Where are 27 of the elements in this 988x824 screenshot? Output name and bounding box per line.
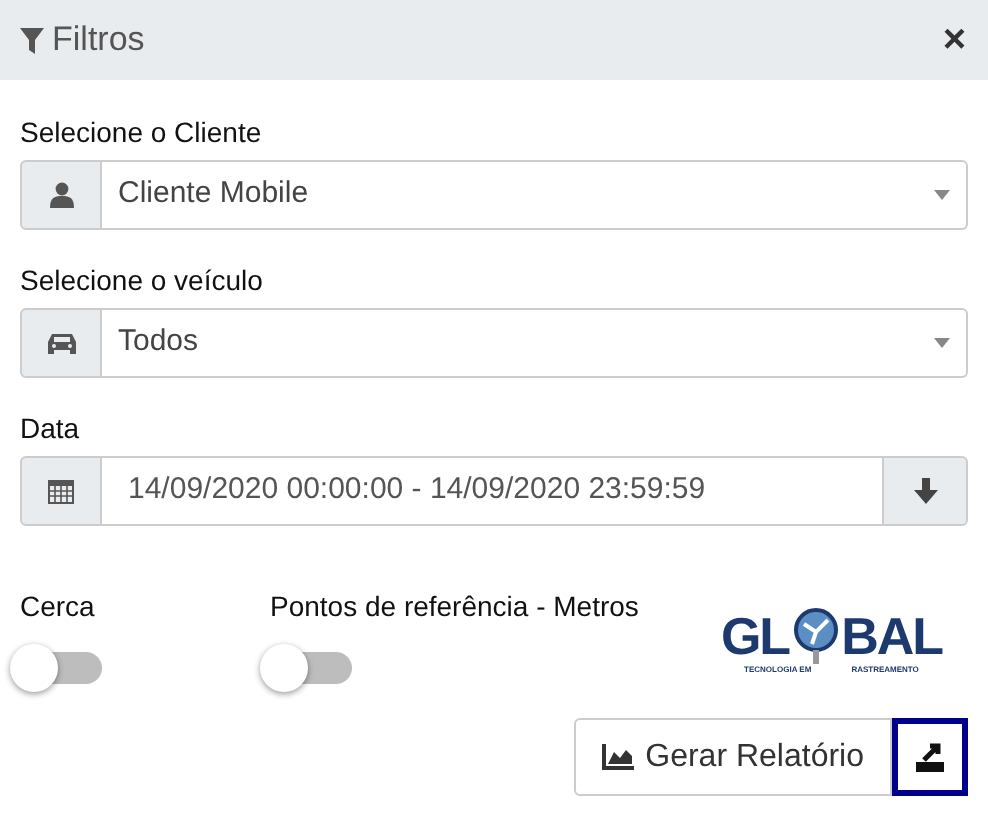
toggle-label: Pontos de referência - Metros — [268, 588, 639, 626]
export-button[interactable] — [892, 718, 968, 796]
field-label: Selecione o Cliente — [20, 114, 264, 148]
select-field[interactable]: Cliente Mobile — [102, 160, 968, 230]
toggle-label: Cerca — [18, 588, 97, 626]
caret-icon — [934, 338, 950, 348]
field-label: Selecione o veículo — [20, 262, 265, 296]
field-label: Data — [20, 410, 82, 444]
down-arrow-icon — [913, 478, 937, 504]
area-chart-icon — [601, 744, 634, 770]
calendar-icon — [48, 478, 74, 504]
generate-report-button[interactable]: Gerar Relatório — [573, 718, 892, 796]
export-icon — [914, 742, 946, 772]
globe-icon — [789, 606, 842, 666]
panel-title: Filtros — [52, 18, 145, 63]
logo-text: BAL — [841, 610, 942, 662]
filter-icon — [20, 27, 44, 53]
toggle-switch[interactable] — [10, 644, 102, 692]
logo-text: GL — [720, 610, 790, 662]
user-icon — [49, 182, 73, 208]
select-field[interactable]: Todos — [102, 308, 968, 378]
date-range-field[interactable]: 14/09/2020 00:00:00 - 14/09/2020 23:59:59 — [102, 456, 884, 526]
dropdown-button[interactable] — [884, 456, 968, 526]
toggle-switch[interactable] — [260, 644, 352, 692]
car-icon — [45, 331, 77, 355]
caret-icon — [934, 190, 950, 200]
close-button[interactable]: × — [942, 20, 966, 60]
